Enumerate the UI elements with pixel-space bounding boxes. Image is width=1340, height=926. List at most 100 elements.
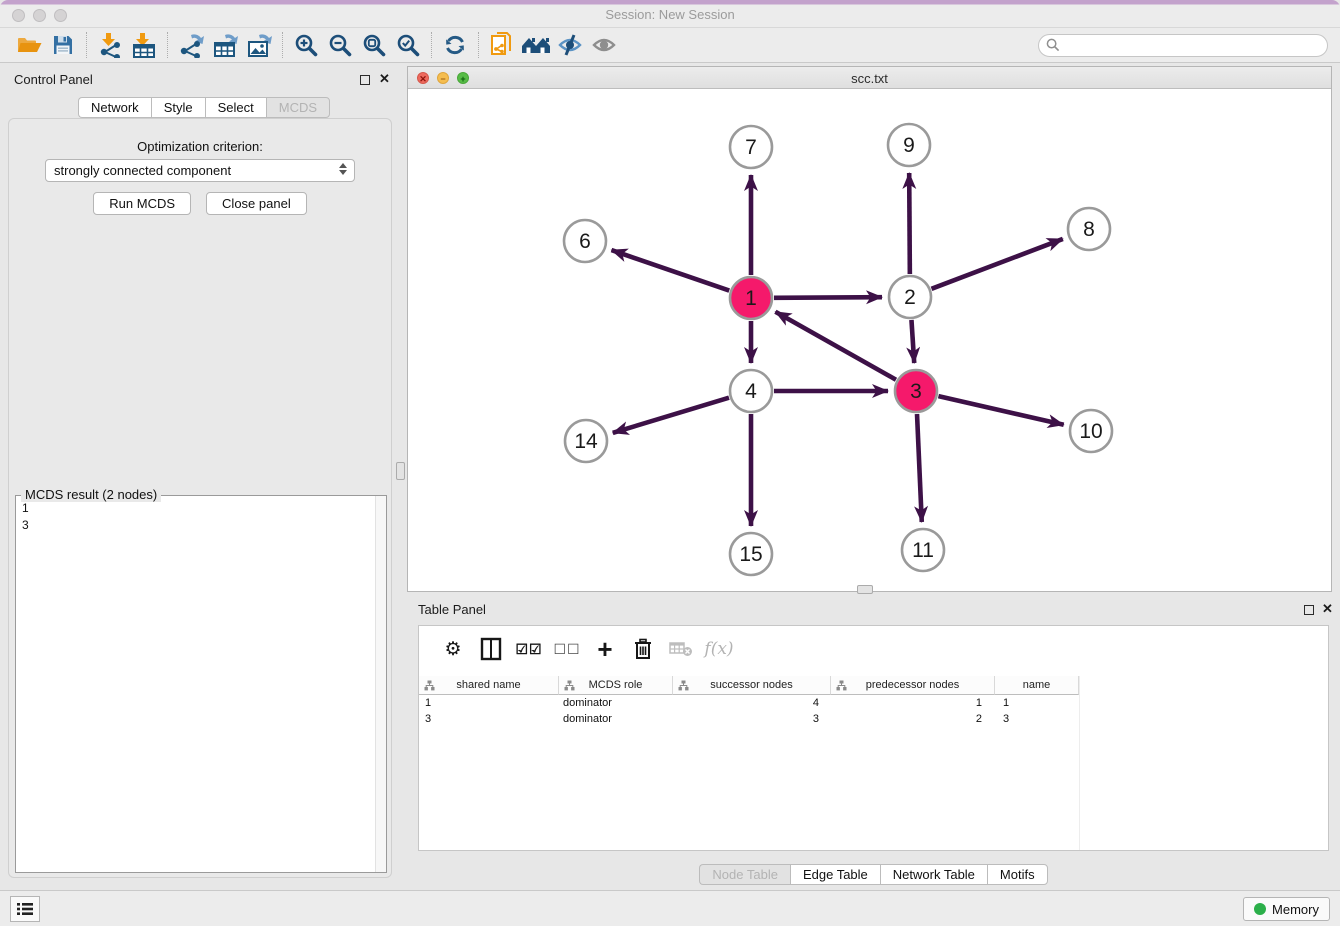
tab-network-table[interactable]: Network Table [880, 864, 987, 885]
criterion-select[interactable]: strongly connected component [45, 159, 355, 182]
network-window-titlebar: ✕ − + scc.txt [408, 67, 1331, 89]
close-panel-icon[interactable]: ✕ [1322, 604, 1333, 614]
app-window: { "window": { "title": "Session: New Ses… [0, 0, 1340, 926]
float-window-icon[interactable] [1304, 605, 1314, 615]
tab-select[interactable]: Select [205, 97, 266, 118]
show-all-icon[interactable] [587, 30, 621, 60]
window-title: Session: New Session [0, 7, 1340, 22]
graph-node-10[interactable]: 10 [1070, 410, 1112, 452]
window-titlebar: Session: New Session [0, 0, 1340, 28]
column-header-shared-name[interactable]: shared name [419, 676, 559, 695]
memory-button[interactable]: Memory [1243, 897, 1330, 921]
result-scrollbar[interactable] [375, 496, 386, 872]
column-header-name[interactable]: name [995, 676, 1079, 695]
delete-column-icon[interactable] [624, 631, 662, 667]
close-panel-icon[interactable]: ✕ [379, 74, 390, 84]
clone-network-icon[interactable] [485, 30, 519, 60]
table-cell: dominator [559, 713, 673, 729]
refresh-icon[interactable] [438, 30, 472, 60]
zoom-in-icon[interactable] [289, 30, 323, 60]
table-panel-title: Table Panel [418, 602, 486, 617]
horizontal-splitter-handle[interactable] [857, 585, 873, 594]
search-icon [1046, 38, 1060, 57]
tab-mcds[interactable]: MCDS [266, 97, 330, 118]
run-mcds-button[interactable]: Run MCDS [93, 192, 191, 215]
graph-node-label: 9 [903, 134, 915, 157]
network-canvas[interactable]: 7 9 6 8 1 2 4 3 14 10 15 11 [408, 89, 1331, 591]
toolbar-separator [478, 32, 479, 58]
open-session-icon[interactable] [12, 30, 46, 60]
edge-4-14[interactable] [613, 398, 729, 433]
graph-node-3[interactable]: 3 [895, 370, 937, 412]
mcds-result-box: MCDS result (2 nodes) 13 [15, 495, 387, 873]
tab-style[interactable]: Style [151, 97, 205, 118]
edge-2-3[interactable] [911, 320, 914, 363]
edge-1-6[interactable] [611, 250, 729, 290]
zoom-out-icon[interactable] [323, 30, 357, 60]
edge-2-9[interactable] [909, 173, 910, 274]
edge-3-11[interactable] [917, 414, 922, 522]
select-all-columns-icon[interactable]: ☑☑ [510, 631, 548, 667]
graph-node-9[interactable]: 9 [888, 124, 930, 166]
import-network-icon[interactable] [93, 30, 127, 60]
graph-node-label: 7 [745, 136, 757, 159]
export-image-icon[interactable] [242, 30, 276, 60]
close-panel-button[interactable]: Close panel [206, 192, 307, 215]
graph-node-6[interactable]: 6 [564, 220, 606, 262]
table-row[interactable]: 3dominator323 [419, 713, 1079, 729]
graph-node-label: 10 [1079, 420, 1102, 443]
zoom-selected-icon[interactable] [391, 30, 425, 60]
hide-selected-icon[interactable] [553, 30, 587, 60]
edge-3-1[interactable] [775, 312, 896, 380]
control-panel-title: Control Panel [14, 72, 93, 87]
table-cell: 3 [419, 713, 559, 729]
status-bar: Memory [0, 890, 1340, 926]
memory-label: Memory [1272, 902, 1319, 917]
control-panel: Control Panel ✕ NetworkStyleSelectMCDS O… [0, 66, 400, 888]
column-header-mcds-role[interactable]: MCDS role [559, 676, 673, 695]
edge-3-10[interactable] [938, 396, 1063, 425]
export-table-icon[interactable] [208, 30, 242, 60]
table-cell: dominator [559, 697, 673, 713]
network-window-title: scc.txt [408, 71, 1331, 86]
function-builder-icon: f(x) [700, 631, 738, 667]
tab-network[interactable]: Network [78, 97, 151, 118]
import-table-icon[interactable] [127, 30, 161, 60]
column-header-successor-nodes[interactable]: successor nodes [673, 676, 831, 695]
graph-node-11[interactable]: 11 [902, 529, 944, 571]
select-stepper-icon [339, 163, 347, 175]
mcds-result-item: 3 [22, 517, 29, 534]
graph-node-4[interactable]: 4 [730, 370, 772, 412]
save-session-icon[interactable] [46, 30, 80, 60]
criterion-selected-value: strongly connected component [54, 163, 231, 178]
first-neighbors-icon[interactable] [519, 30, 553, 60]
column-header-predecessor-nodes[interactable]: predecessor nodes [831, 676, 995, 695]
table-settings-icon[interactable]: ⚙ [434, 631, 472, 667]
export-network-icon[interactable] [174, 30, 208, 60]
graph-node-label: 6 [579, 230, 591, 253]
vertical-splitter-handle[interactable] [396, 462, 405, 480]
graph-node-2[interactable]: 2 [889, 276, 931, 318]
tab-node-table[interactable]: Node Table [699, 864, 790, 885]
graph-node-15[interactable]: 15 [730, 533, 772, 575]
tab-motifs[interactable]: Motifs [987, 864, 1048, 885]
graph-node-1[interactable]: 1 [730, 277, 772, 319]
edge-1-2[interactable] [774, 297, 882, 298]
show-columns-icon[interactable] [472, 631, 510, 667]
table-row[interactable]: 1dominator411 [419, 697, 1079, 713]
float-window-icon[interactable] [360, 75, 370, 85]
search-input[interactable] [1038, 34, 1328, 57]
graph-node-8[interactable]: 8 [1068, 208, 1110, 250]
zoom-fit-icon[interactable] [357, 30, 391, 60]
node-table-container: ⚙ ☑☑ ☐☐ + [418, 625, 1329, 851]
unselect-all-columns-icon[interactable]: ☐☐ [548, 631, 586, 667]
add-column-icon[interactable]: + [586, 631, 624, 667]
task-history-button[interactable] [10, 896, 40, 922]
tab-edge-table[interactable]: Edge Table [790, 864, 880, 885]
edge-2-8[interactable] [932, 239, 1063, 289]
graph-node-14[interactable]: 14 [565, 420, 607, 462]
graph-node-7[interactable]: 7 [730, 126, 772, 168]
control-panel-tabs: NetworkStyleSelectMCDS [78, 97, 330, 118]
table-cell: 2 [831, 713, 995, 729]
mcds-panel: Optimization criterion: strongly connect… [8, 118, 392, 878]
